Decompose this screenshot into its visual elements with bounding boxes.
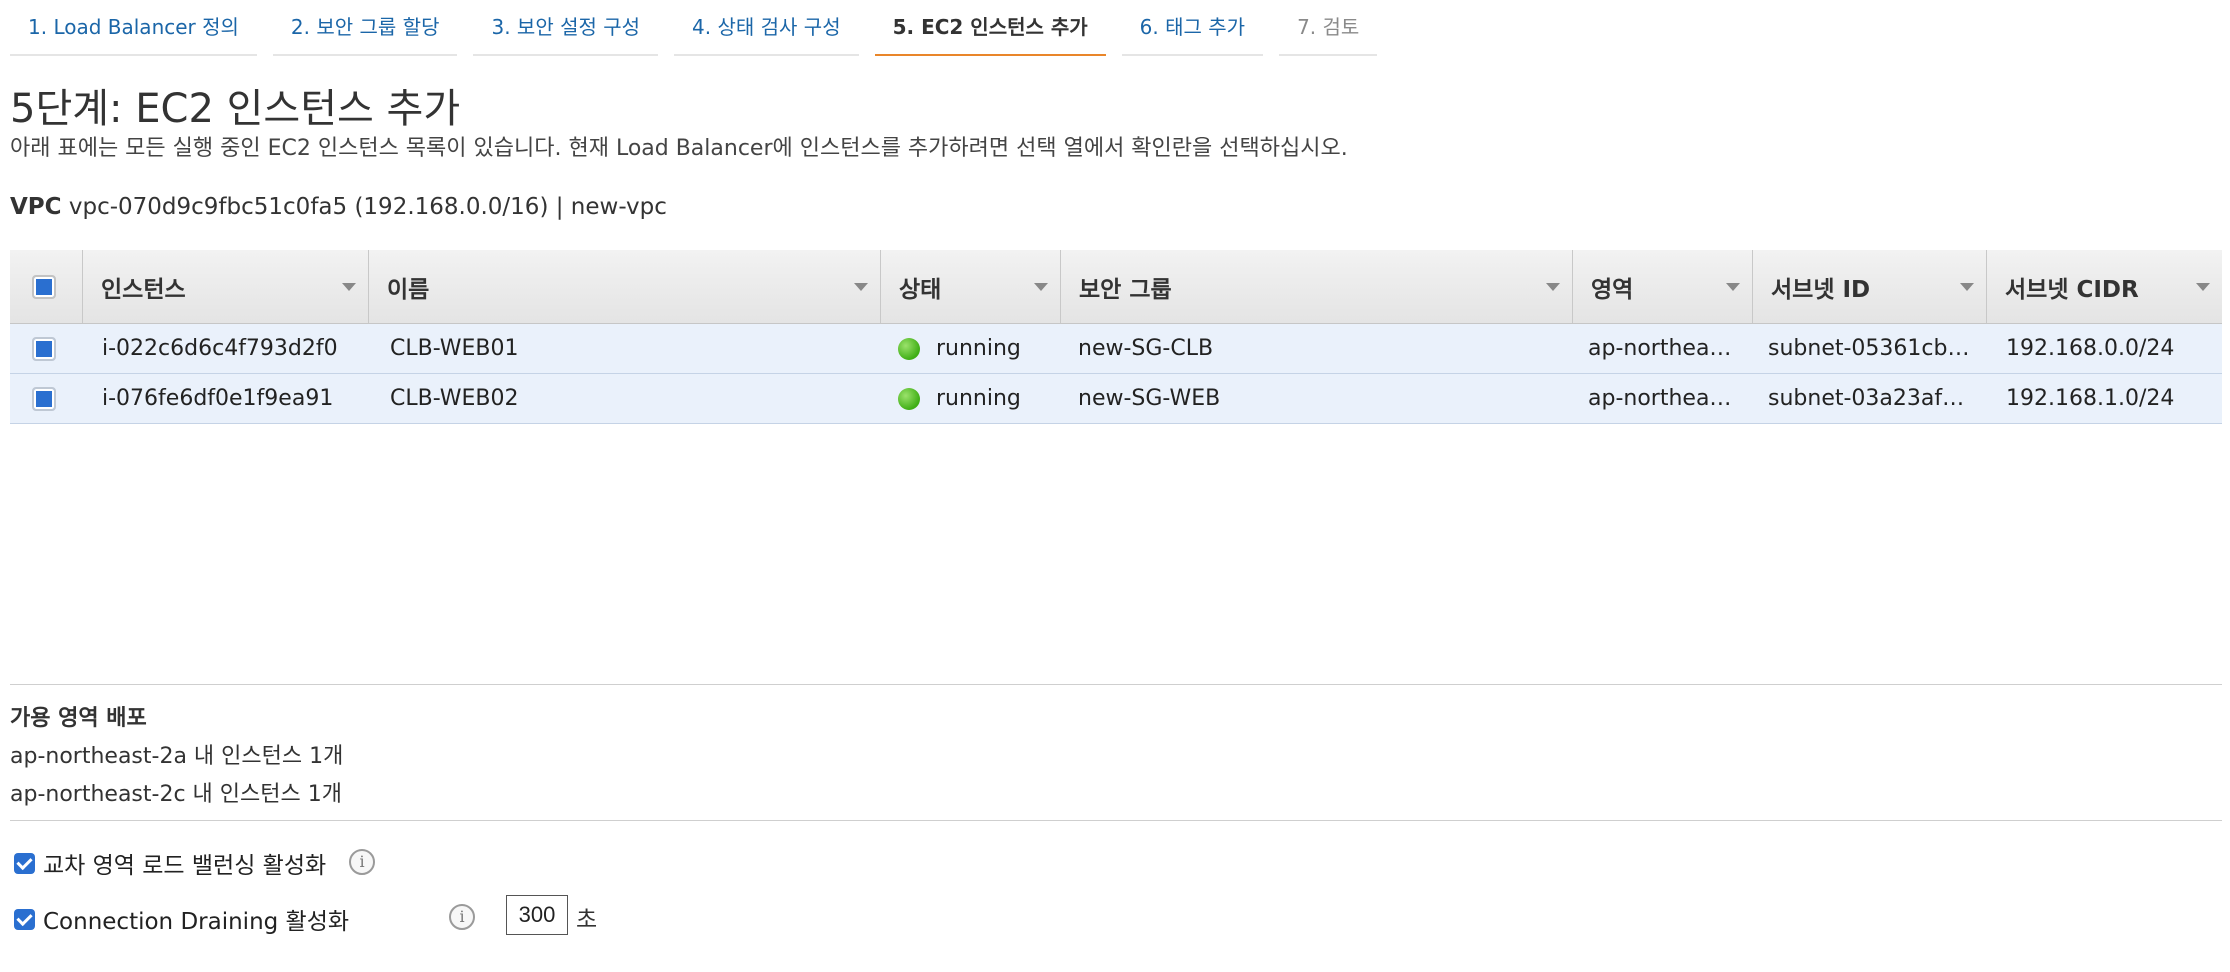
status-running-icon [898, 338, 920, 360]
draining-timeout-input[interactable] [506, 895, 568, 935]
instance-name: CLB-WEB01 [390, 336, 519, 361]
subnet-id: subnet-03a23af… [1768, 386, 1965, 411]
row-checkbox[interactable] [32, 337, 56, 361]
select-all-checkbox[interactable] [32, 274, 56, 299]
vpc-label: VPC [10, 194, 62, 220]
column-label: 서브넷 CIDR [2005, 276, 2139, 303]
column-label: 인스턴스 [101, 276, 186, 303]
sort-icon[interactable] [854, 283, 868, 291]
instance-id: i-022c6d6c4f793d2f0 [102, 336, 338, 361]
connection-draining-checkbox[interactable] [14, 908, 35, 930]
connection-draining-option: Connection Draining 활성화 [14, 902, 349, 936]
sort-icon[interactable] [2196, 283, 2210, 291]
row-select-cell [10, 336, 82, 361]
cross-zone-label: 교차 영역 로드 밸런싱 활성화 [43, 853, 327, 879]
column-label: 보안 그룹 [1079, 276, 1172, 303]
instances-table: 인스턴스 이름 상태 보안 그룹 영역 서브넷 ID 서브넷 CIDR i-02… [10, 250, 2222, 424]
column-header-subnet-id[interactable]: 서브넷 ID [1752, 250, 1986, 323]
cross-zone-checkbox[interactable] [14, 852, 35, 874]
timeout-unit-label: 초 [576, 907, 598, 933]
tab-step-5[interactable]: 5. EC2 인스턴스 추가 [874, 0, 1106, 56]
sort-icon[interactable] [1034, 283, 1048, 291]
security-group: new-SG-CLB [1078, 336, 1214, 361]
sort-icon[interactable] [342, 283, 356, 291]
column-header-security-group[interactable]: 보안 그룹 [1060, 250, 1572, 323]
security-group: new-SG-WEB [1078, 386, 1221, 411]
vpc-value: vpc-070d9c9fbc51c0fa5 (192.168.0.0/16) |… [68, 194, 667, 220]
page-title: 5단계: EC2 인스턴스 추가 [10, 86, 461, 132]
status-text: running [936, 386, 1021, 411]
vpc-info: VPC vpc-070d9c9fbc51c0fa5 (192.168.0.0/1… [10, 194, 667, 220]
instance-status: running [880, 386, 1060, 411]
cross-zone-option: 교차 영역 로드 밸런싱 활성화 [14, 846, 326, 880]
table-header: 인스턴스 이름 상태 보안 그룹 영역 서브넷 ID 서브넷 CIDR [10, 250, 2222, 324]
column-header-subnet-cidr[interactable]: 서브넷 CIDR [1986, 250, 2222, 323]
column-header-zone[interactable]: 영역 [1572, 250, 1752, 323]
row-select-cell [10, 386, 82, 411]
info-icon[interactable]: i [349, 849, 375, 875]
tab-step-4[interactable]: 4. 상태 검사 구성 [674, 0, 859, 56]
instance-status: running [880, 336, 1060, 361]
az-distribution-line: ap-northeast-2a 내 인스턴스 1개 [10, 744, 344, 769]
tab-step-2[interactable]: 2. 보안 그룹 할당 [272, 0, 458, 56]
page-description: 아래 표에는 모든 실행 중인 EC2 인스턴스 목록이 있습니다. 현재 Lo… [10, 136, 1348, 161]
section-divider [10, 684, 2222, 685]
instance-name: CLB-WEB02 [390, 386, 519, 411]
column-header-status[interactable]: 상태 [880, 250, 1060, 323]
column-label: 이름 [387, 276, 430, 303]
tab-step-3[interactable]: 3. 보안 설정 구성 [473, 0, 659, 56]
column-label: 서브넷 ID [1771, 276, 1871, 303]
tab-step-6[interactable]: 6. 태그 추가 [1121, 0, 1264, 56]
sort-icon[interactable] [1546, 283, 1560, 291]
zone: ap-northea… [1588, 336, 1732, 361]
subnet-id: subnet-05361cb… [1768, 336, 1970, 361]
az-distribution-line: ap-northeast-2c 내 인스턴스 1개 [10, 782, 342, 807]
sort-icon[interactable] [1726, 283, 1740, 291]
section-divider [10, 820, 2222, 821]
row-checkbox[interactable] [32, 387, 56, 411]
subnet-cidr: 192.168.0.0/24 [2006, 336, 2175, 361]
az-distribution-title: 가용 영역 배포 [10, 706, 147, 731]
info-icon[interactable]: i [449, 904, 475, 930]
wizard-steps: 1. Load Balancer 정의 2. 보안 그룹 할당 3. 보안 설정… [10, 0, 1393, 56]
column-label: 영역 [1591, 276, 1634, 303]
zone: ap-northea… [1588, 386, 1732, 411]
connection-draining-label: Connection Draining 활성화 [43, 909, 350, 935]
status-running-icon [898, 388, 920, 410]
column-header-instance[interactable]: 인스턴스 [82, 250, 368, 323]
table-row[interactable]: i-022c6d6c4f793d2f0 CLB-WEB01 running ne… [10, 324, 2222, 374]
column-label: 상태 [899, 276, 942, 303]
subnet-cidr: 192.168.1.0/24 [2006, 386, 2175, 411]
tab-step-7: 7. 검토 [1279, 0, 1378, 56]
column-header-name[interactable]: 이름 [368, 250, 880, 323]
table-row[interactable]: i-076fe6df0e1f9ea91 CLB-WEB02 running ne… [10, 374, 2222, 424]
instance-id: i-076fe6df0e1f9ea91 [102, 386, 334, 411]
select-all-cell [10, 250, 82, 323]
tab-step-1[interactable]: 1. Load Balancer 정의 [10, 0, 257, 56]
sort-icon[interactable] [1960, 283, 1974, 291]
status-text: running [936, 336, 1021, 361]
